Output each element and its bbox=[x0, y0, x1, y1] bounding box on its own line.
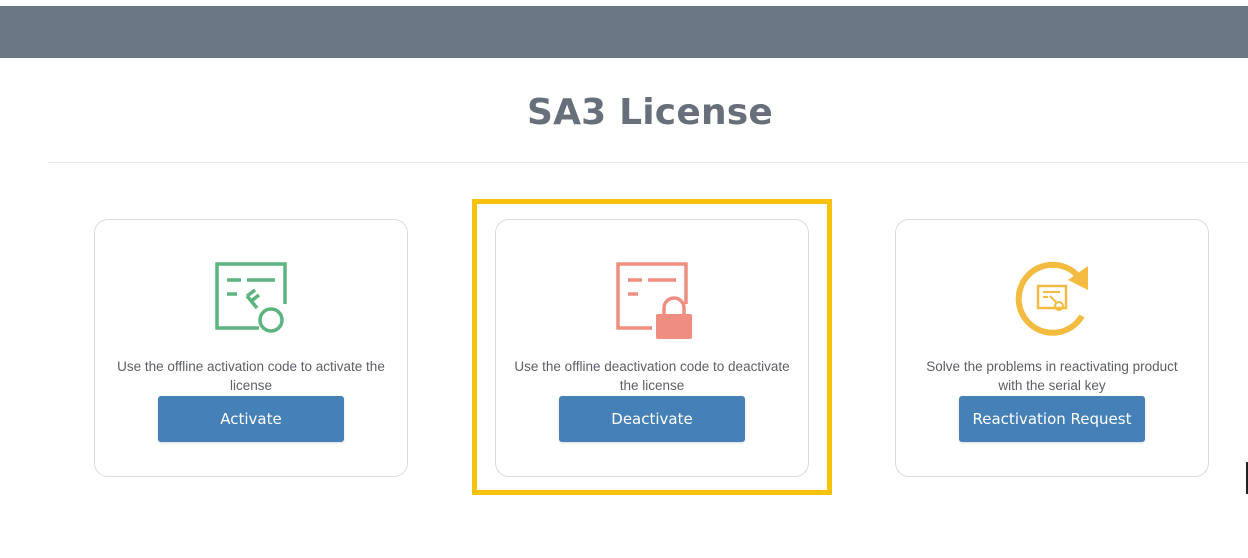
title-divider bbox=[48, 162, 1248, 163]
top-header-bar bbox=[0, 6, 1248, 58]
activate-description: Use the offline activation code to activ… bbox=[117, 359, 385, 393]
certificate-key-icon bbox=[211, 260, 291, 340]
deactivate-card: Use the offline deactivation code to dea… bbox=[495, 219, 809, 477]
reactivation-card: Solve the problems in reactivating produ… bbox=[895, 219, 1209, 477]
reactivation-description: Solve the problems in reactivating produ… bbox=[926, 359, 1178, 393]
activate-card: Use the offline activation code to activ… bbox=[94, 219, 408, 477]
page-title: SA3 License bbox=[526, 92, 774, 133]
certificate-refresh-icon bbox=[1012, 260, 1092, 340]
certificate-lock-icon bbox=[612, 260, 692, 340]
deactivate-button[interactable]: Deactivate bbox=[559, 396, 745, 442]
reactivation-request-button[interactable]: Reactivation Request bbox=[959, 396, 1145, 442]
activate-button[interactable]: Activate bbox=[158, 396, 344, 442]
deactivate-description: Use the offline deactivation code to dea… bbox=[514, 359, 790, 393]
